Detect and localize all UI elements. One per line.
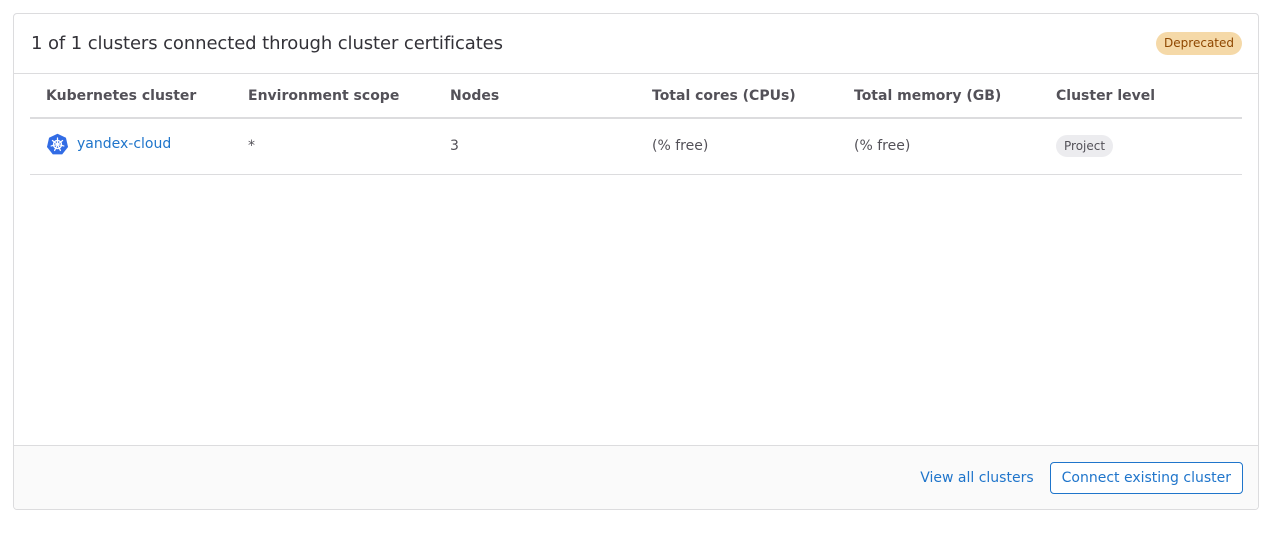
kubernetes-icon (46, 133, 69, 155)
header-total-memory: Total memory (GB) (838, 74, 1040, 119)
table-row: yandex-cloud * 3 (% free) (% free) Proje… (30, 118, 1242, 175)
header-environment-scope: Environment scope (232, 74, 434, 119)
header-nodes: Nodes (434, 74, 636, 119)
cell-total-memory: (% free) (838, 118, 1040, 175)
card-body: Kubernetes cluster Environment scope Nod… (14, 74, 1258, 446)
cell-cluster-level: Project (1040, 118, 1242, 175)
view-all-clusters-link[interactable]: View all clusters (920, 470, 1033, 486)
cell-total-cores: (% free) (636, 118, 838, 175)
deprecated-badge: Deprecated (1156, 32, 1242, 55)
card-footer: View all clusters Connect existing clust… (14, 445, 1258, 509)
card-header: 1 of 1 clusters connected through cluste… (14, 14, 1258, 74)
clusters-table: Kubernetes cluster Environment scope Nod… (30, 74, 1242, 175)
header-kubernetes-cluster: Kubernetes cluster (30, 74, 232, 119)
header-total-cores: Total cores (CPUs) (636, 74, 838, 119)
table-header-row: Kubernetes cluster Environment scope Nod… (30, 74, 1242, 119)
cluster-name: yandex-cloud (77, 136, 172, 153)
cluster-level-badge: Project (1056, 135, 1114, 158)
card-title: 1 of 1 clusters connected through cluste… (31, 33, 503, 54)
cell-environment-scope: * (232, 118, 434, 175)
cell-nodes: 3 (434, 118, 636, 175)
cell-cluster-name: yandex-cloud (30, 118, 232, 175)
connect-existing-cluster-button[interactable]: Connect existing cluster (1049, 461, 1243, 494)
clusters-card: 1 of 1 clusters connected through cluste… (13, 13, 1259, 510)
cluster-link-yandex-cloud[interactable]: yandex-cloud (46, 133, 171, 156)
header-cluster-level: Cluster level (1040, 74, 1242, 119)
